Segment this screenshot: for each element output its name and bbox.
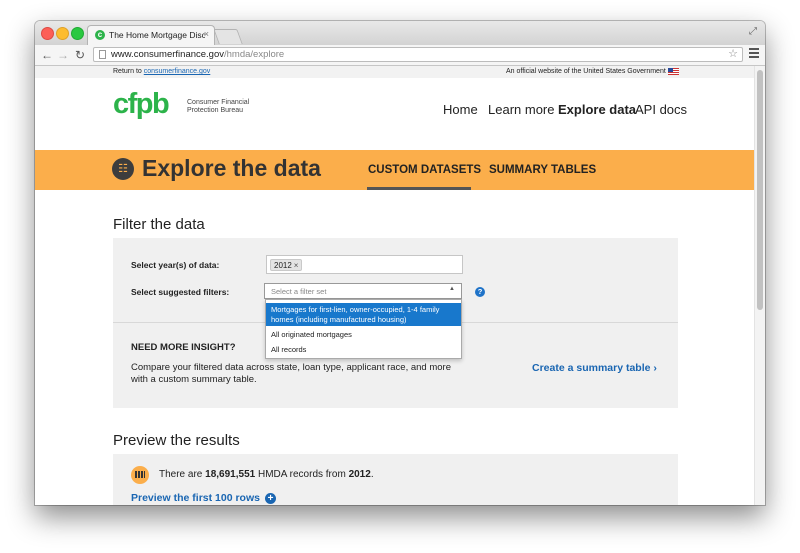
close-window-button[interactable] xyxy=(41,27,54,40)
year-select-input[interactable]: 2012 × xyxy=(266,255,463,274)
records-middle: HMDA records from xyxy=(257,469,346,480)
cfpb-logo[interactable]: cfpb Consumer Financial Protection Burea… xyxy=(113,88,263,120)
nav-learn-more[interactable]: Learn more xyxy=(488,102,554,117)
cfpb-favicon-icon: c xyxy=(95,30,105,40)
records-year: 2012 xyxy=(348,469,371,480)
filter-heading: Filter the data xyxy=(113,216,205,233)
plus-circle-icon: + xyxy=(264,492,276,504)
logo-line-1: Consumer Financial xyxy=(187,99,250,106)
bookmark-star-icon[interactable]: ☆ xyxy=(728,47,738,60)
url-path: /hmda/explore xyxy=(224,49,285,60)
url-text[interactable]: www.consumerfinance.gov/hmda/explore xyxy=(111,49,284,60)
web-page: Return to consumerfinance.gov An officia… xyxy=(35,66,765,505)
year-chip-label: 2012 xyxy=(274,261,292,270)
suggested-filters-label: Select suggested filters: xyxy=(131,287,230,297)
return-prefix: Return to xyxy=(113,68,142,75)
us-flag-icon xyxy=(668,68,679,75)
minimize-window-button[interactable] xyxy=(56,27,69,40)
forward-arrow-icon[interactable]: → xyxy=(57,47,69,63)
active-tab-indicator xyxy=(367,187,471,190)
preview-link-label: Preview the first 100 rows xyxy=(131,492,260,504)
explore-banner: ☷ Explore the data CUSTOM DATASETS SUMMA… xyxy=(35,150,755,190)
filter-set-dropdown: Mortgages for first-lien, owner-occupied… xyxy=(265,299,462,359)
caret-up-icon: ▲ xyxy=(449,286,455,292)
url-host: www.consumerfinance.gov xyxy=(111,49,224,60)
remove-chip-icon[interactable]: × xyxy=(294,261,299,270)
return-text: Return to consumerfinance.gov xyxy=(113,68,210,75)
tab-strip: c The Home Mortgage Discl × ⤢ xyxy=(35,21,765,45)
utility-bar: Return to consumerfinance.gov An officia… xyxy=(35,66,755,78)
help-icon[interactable]: ? xyxy=(475,287,485,297)
tab-summary-tables[interactable]: SUMMARY TABLES xyxy=(489,164,596,176)
address-bar[interactable]: www.consumerfinance.gov/hmda/explore ☆ xyxy=(93,47,743,62)
records-suffix: . xyxy=(370,469,374,480)
records-summary: There are 18,691,551 HMDA records from 2… xyxy=(159,469,374,480)
tab-custom-datasets[interactable]: CUSTOM DATASETS xyxy=(368,164,481,176)
return-link[interactable]: consumerfinance.gov xyxy=(144,68,211,75)
year-chip[interactable]: 2012 × xyxy=(270,259,303,271)
browser-toolbar: ← → ↻ www.consumerfinance.gov/hmda/explo… xyxy=(35,45,765,66)
zoom-window-button[interactable] xyxy=(71,27,84,40)
option-first-lien[interactable]: Mortgages for first-lien, owner-occupied… xyxy=(266,303,461,326)
page-icon xyxy=(99,50,106,59)
browser-menu-icon[interactable] xyxy=(749,48,759,60)
logo-line-2: Protection Bureau xyxy=(187,107,244,114)
nav-explore-data[interactable]: Explore data xyxy=(558,102,636,117)
filter-set-select[interactable]: Select a filter set ▲ xyxy=(264,283,462,299)
create-summary-table-link[interactable]: Create a summary table › xyxy=(532,362,657,374)
select-placeholder: Select a filter set xyxy=(271,287,327,296)
records-count: 18,691,551 xyxy=(205,469,256,480)
scrollbar-thumb[interactable] xyxy=(757,70,763,310)
option-all-records[interactable]: All records xyxy=(266,345,461,355)
back-arrow-icon[interactable]: ← xyxy=(41,47,53,63)
logo-wordmark: Consumer Financial Protection Bureau xyxy=(187,99,257,115)
logo-mark: cfpb xyxy=(113,88,170,120)
option-originated[interactable]: All originated mortgages xyxy=(266,330,461,340)
browser-window: c The Home Mortgage Discl × ⤢ ← → ↻ www.… xyxy=(35,21,765,505)
tab-close-icon[interactable]: × xyxy=(204,29,209,39)
new-tab-button[interactable] xyxy=(213,29,243,44)
records-prefix: There are xyxy=(159,469,203,480)
preview-rows-link[interactable]: Preview the first 100 rows + xyxy=(131,492,276,504)
browser-tab[interactable]: c The Home Mortgage Discl × xyxy=(87,25,215,45)
fullscreen-icon[interactable]: ⤢ xyxy=(749,26,757,37)
insight-body: Compare your filtered data across state,… xyxy=(131,362,452,385)
preview-heading: Preview the results xyxy=(113,432,240,449)
page-title: Explore the data xyxy=(142,155,321,181)
insight-title: NEED MORE INSIGHT? xyxy=(131,342,236,353)
reload-icon[interactable]: ↻ xyxy=(75,47,85,63)
tab-title: The Home Mortgage Discl xyxy=(109,30,205,40)
page-scrollbar[interactable] xyxy=(754,66,765,505)
table-download-icon: ☷ xyxy=(112,158,134,180)
nav-api-docs[interactable]: API docs xyxy=(635,102,687,117)
nav-home[interactable]: Home xyxy=(443,102,478,117)
year-label: Select year(s) of data: xyxy=(131,260,220,270)
official-website-text: An official website of the United States… xyxy=(506,68,666,75)
table-icon xyxy=(131,466,149,484)
